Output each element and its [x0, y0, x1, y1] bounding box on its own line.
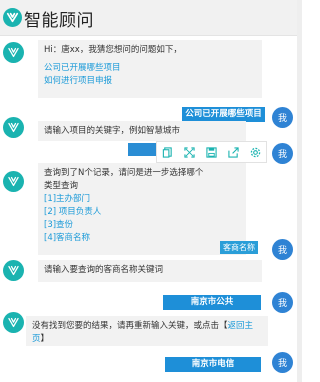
assistant-logo-icon: [8, 47, 19, 58]
user-message: 客商名称: [220, 241, 258, 254]
share-icon[interactable]: [227, 146, 240, 159]
return-home-link[interactable]: 返回主页: [32, 321, 253, 344]
assistant-logo-icon: [8, 122, 19, 133]
user-message: 公司已开展哪些项目: [182, 107, 265, 122]
expand-icon[interactable]: [183, 146, 196, 159]
bot-avatar: [3, 42, 24, 63]
option-customer-name[interactable]: [4]客商名称: [44, 232, 240, 245]
bot-avatar: [3, 117, 24, 138]
settings-icon[interactable]: [249, 146, 262, 159]
assistant-logo-icon: [3, 8, 22, 27]
bot-avatar: [3, 260, 24, 281]
user-avatar: 我: [272, 239, 293, 260]
save-icon[interactable]: [205, 146, 218, 159]
option-year[interactable]: [3]查份: [44, 219, 240, 232]
message-toolbar: [156, 141, 267, 163]
results-text-line1: 查询到了N个记录，请问是进一步选择哪个: [44, 168, 204, 178]
user-message: 南京市公共: [163, 295, 261, 310]
bot-message-no-result: 没有找到您要的结果，请再重新输入关键，或点击【返回主页】: [26, 316, 268, 346]
assistant-logo-icon: [8, 317, 19, 328]
results-text-line2: 类型查询: [44, 181, 79, 191]
bot-message-results: 查询到了N个记录，请问是进一步选择哪个 类型查询 [1]主办部门 [2] 项目负…: [38, 163, 246, 255]
user-avatar: 我: [272, 107, 293, 128]
suggestion-link-projects[interactable]: 公司已开展哪些项目: [44, 62, 256, 75]
bot-avatar: [3, 171, 24, 192]
app-header: 智能顾问: [0, 0, 302, 36]
right-edge-bar: [297, 0, 302, 382]
bot-message-customer-prompt: 请输入要查询的客商名称关键词: [38, 260, 262, 282]
option-department[interactable]: [1]主办部门: [44, 193, 240, 206]
bot-message-keyword-prompt: 请输入项目的关键字，例如智慧城市: [38, 121, 246, 141]
selection-highlight: [128, 143, 156, 156]
page-title: 智能顾问: [24, 11, 94, 31]
user-message: 南京市电信: [165, 357, 261, 372]
bot-avatar: [3, 312, 24, 333]
copy-icon[interactable]: [161, 146, 174, 159]
user-avatar: 我: [272, 292, 293, 313]
assistant-logo-icon: [8, 176, 19, 187]
bot-message-greeting: Hi：唐xx，我猜您想问的问题如下， 公司已开展哪些项目 如何进行项目申报: [38, 40, 262, 98]
assistant-logo-icon: [8, 265, 19, 276]
no-result-text: 没有找到您要的结果，请再重新输入关键，或点击【返回主页】: [32, 321, 254, 344]
suggestion-link-apply[interactable]: 如何进行项目申报: [44, 75, 256, 88]
greeting-text: Hi：唐xx，我猜您想问的问题如下，: [44, 45, 182, 55]
user-avatar: 我: [272, 352, 293, 373]
option-manager[interactable]: [2] 项目负责人: [44, 206, 240, 219]
user-avatar: 我: [272, 143, 293, 164]
